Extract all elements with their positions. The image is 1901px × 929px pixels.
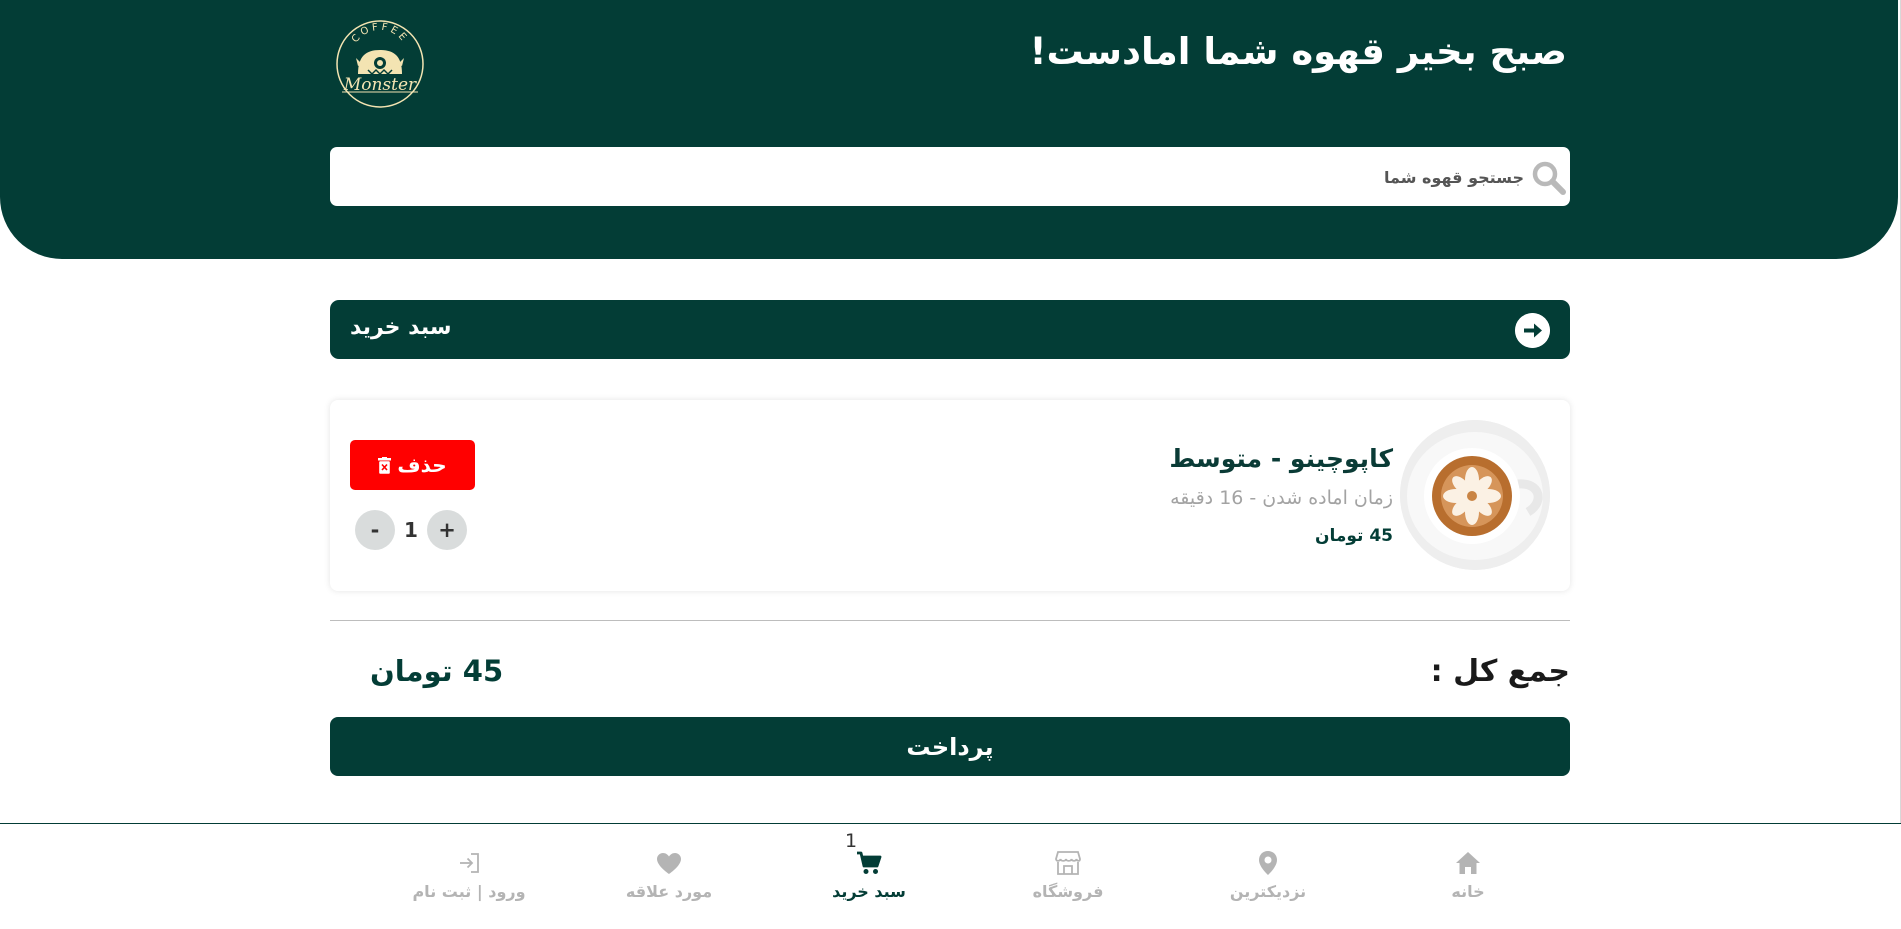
login-icon [456, 850, 482, 876]
nav-label-nearest: نزدیکترین [1229, 882, 1307, 901]
cart-title: سبد خرید [350, 315, 452, 340]
trash-icon [378, 456, 392, 474]
cart-item-card: کاپوچینو - متوسط زمان اماده شدن - 16 دقی… [330, 400, 1570, 591]
nav-label-favorites: مورد علاقه [625, 882, 713, 901]
cart-title-bar: سبد خرید [330, 300, 1570, 359]
svg-text:COFFEE: COFFEE [350, 22, 410, 45]
divider [330, 620, 1570, 621]
search-input[interactable] [372, 147, 1526, 208]
greeting-title: صبح بخیر قهوه شما امادست! [1029, 30, 1567, 73]
heart-icon [656, 850, 682, 876]
page-header: صبح بخیر قهوه شما امادست! COFFEE Monster [0, 0, 1898, 259]
nav-item-login[interactable]: ورود | ثبت نام [399, 850, 539, 910]
quantity-value: 1 [404, 518, 418, 542]
location-pin-icon [1255, 850, 1281, 876]
nav-label-cart: سبد خرید [832, 882, 906, 901]
item-name: کاپوچینو - متوسط [1169, 444, 1393, 473]
nav-label-login: ورود | ثبت نام [412, 882, 526, 901]
home-icon [1455, 850, 1481, 876]
cart-icon [856, 850, 882, 876]
total-label: جمع کل : [1430, 654, 1570, 689]
pay-button[interactable]: پرداخت [330, 717, 1570, 776]
nav-item-home[interactable]: خانه [1398, 850, 1538, 910]
logo-text-top: COFFEE [350, 22, 407, 45]
delete-label: حذف [397, 453, 447, 477]
quantity-increase-button[interactable]: + [427, 510, 467, 550]
delete-button[interactable]: حذف [350, 440, 475, 490]
nav-item-nearest[interactable]: نزدیکترین [1198, 850, 1338, 910]
nav-item-cart[interactable]: سبد خرید [799, 850, 939, 910]
arrow-right-circle-icon[interactable] [1515, 313, 1550, 348]
bottom-nav: خانه نزدیکترین فروشگاه سبد خرید 1 مورد ع… [0, 823, 1901, 929]
item-prep-time: زمان اماده شدن - 16 دقیقه [1170, 487, 1393, 509]
nav-label-store: فروشگاه [1032, 882, 1104, 901]
nav-label-home: خانه [1451, 882, 1485, 901]
item-price: 45 تومان [1314, 526, 1393, 546]
cart-count-badge: 1 [845, 830, 858, 852]
quantity-decrease-button[interactable]: - [355, 510, 395, 550]
total-value: 45 تومان [370, 654, 504, 688]
cappuccino-image [1400, 420, 1550, 570]
nav-item-store[interactable]: فروشگاه [998, 850, 1138, 910]
search-bar[interactable] [330, 147, 1570, 208]
store-icon [1055, 850, 1081, 876]
nav-item-favorites[interactable]: مورد علاقه [599, 850, 739, 910]
coffee-monster-logo[interactable]: COFFEE Monster [328, 18, 432, 110]
search-icon[interactable] [1530, 159, 1568, 197]
